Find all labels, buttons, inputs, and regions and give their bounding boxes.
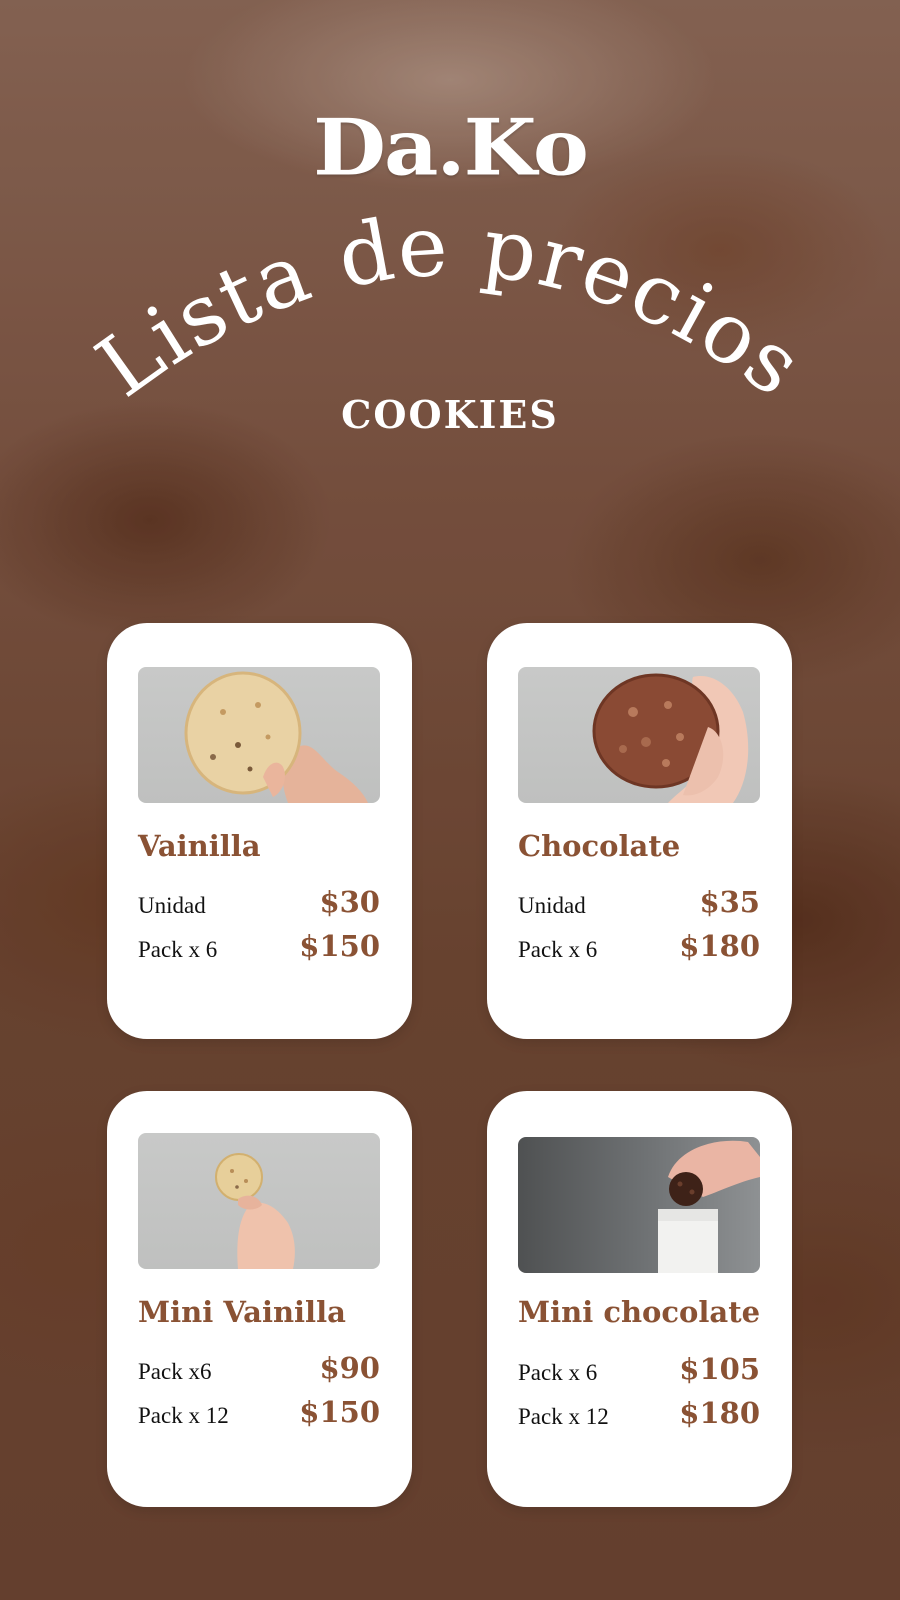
page-title-text: Lista de precios	[79, 196, 821, 416]
price-value: $30	[319, 885, 380, 919]
product-card-mini-chocolate: Mini chocolate Pack x 6 $105 Pack x 12 $…	[487, 1091, 792, 1507]
price-row: Pack x 6 $105	[518, 1352, 760, 1392]
price-label: Pack x 6	[518, 937, 598, 962]
mini-chocolate-cookie-image	[658, 1140, 760, 1273]
product-photo	[518, 667, 760, 803]
price-row: Pack x 12 $180	[518, 1396, 760, 1436]
price-row: Pack x6 $90	[138, 1351, 380, 1391]
product-name: Vainilla	[138, 829, 261, 863]
price-row: Pack x 12 $150	[138, 1395, 380, 1435]
product-card-chocolate: Chocolate Unidad $35 Pack x 6 $180	[487, 623, 792, 1039]
price-value: $150	[299, 1395, 380, 1429]
product-name: Mini Vainilla	[138, 1295, 346, 1329]
product-name: Mini chocolate	[518, 1295, 761, 1329]
product-photo	[138, 667, 380, 803]
price-value: $180	[679, 929, 760, 963]
chocolate-cookie-image	[592, 673, 749, 803]
product-card-vainilla: Vainilla Unidad $30 Pack x 6 $150	[107, 623, 412, 1039]
price-row: Unidad $30	[138, 885, 380, 925]
vanilla-cookie-image	[184, 671, 368, 803]
brand-logo: Da.Ko	[313, 101, 589, 194]
product-photo	[518, 1137, 760, 1273]
price-label: Pack x 6	[518, 1360, 598, 1385]
price-value: $105	[679, 1352, 760, 1386]
price-label: Pack x 12	[518, 1404, 609, 1429]
mini-vanilla-cookie-image	[215, 1153, 295, 1269]
product-photo	[138, 1133, 380, 1269]
price-label: Pack x6	[138, 1359, 212, 1384]
price-label: Pack x 12	[138, 1403, 229, 1428]
price-label: Pack x 6	[138, 937, 218, 962]
price-value: $180	[679, 1396, 760, 1430]
price-value: $90	[319, 1351, 380, 1385]
price-row: Unidad $35	[518, 885, 760, 925]
product-name: Chocolate	[518, 829, 681, 863]
price-value: $35	[699, 885, 760, 919]
product-card-mini-vainilla: Mini Vainilla Pack x6 $90 Pack x 12 $150	[107, 1091, 412, 1507]
page-subtitle: COOKIES	[341, 392, 559, 437]
price-row: Pack x 6 $150	[138, 929, 380, 969]
price-row: Pack x 6 $180	[518, 929, 760, 969]
price-label: Unidad	[138, 893, 206, 918]
price-label: Unidad	[518, 893, 586, 918]
price-value: $150	[299, 929, 380, 963]
